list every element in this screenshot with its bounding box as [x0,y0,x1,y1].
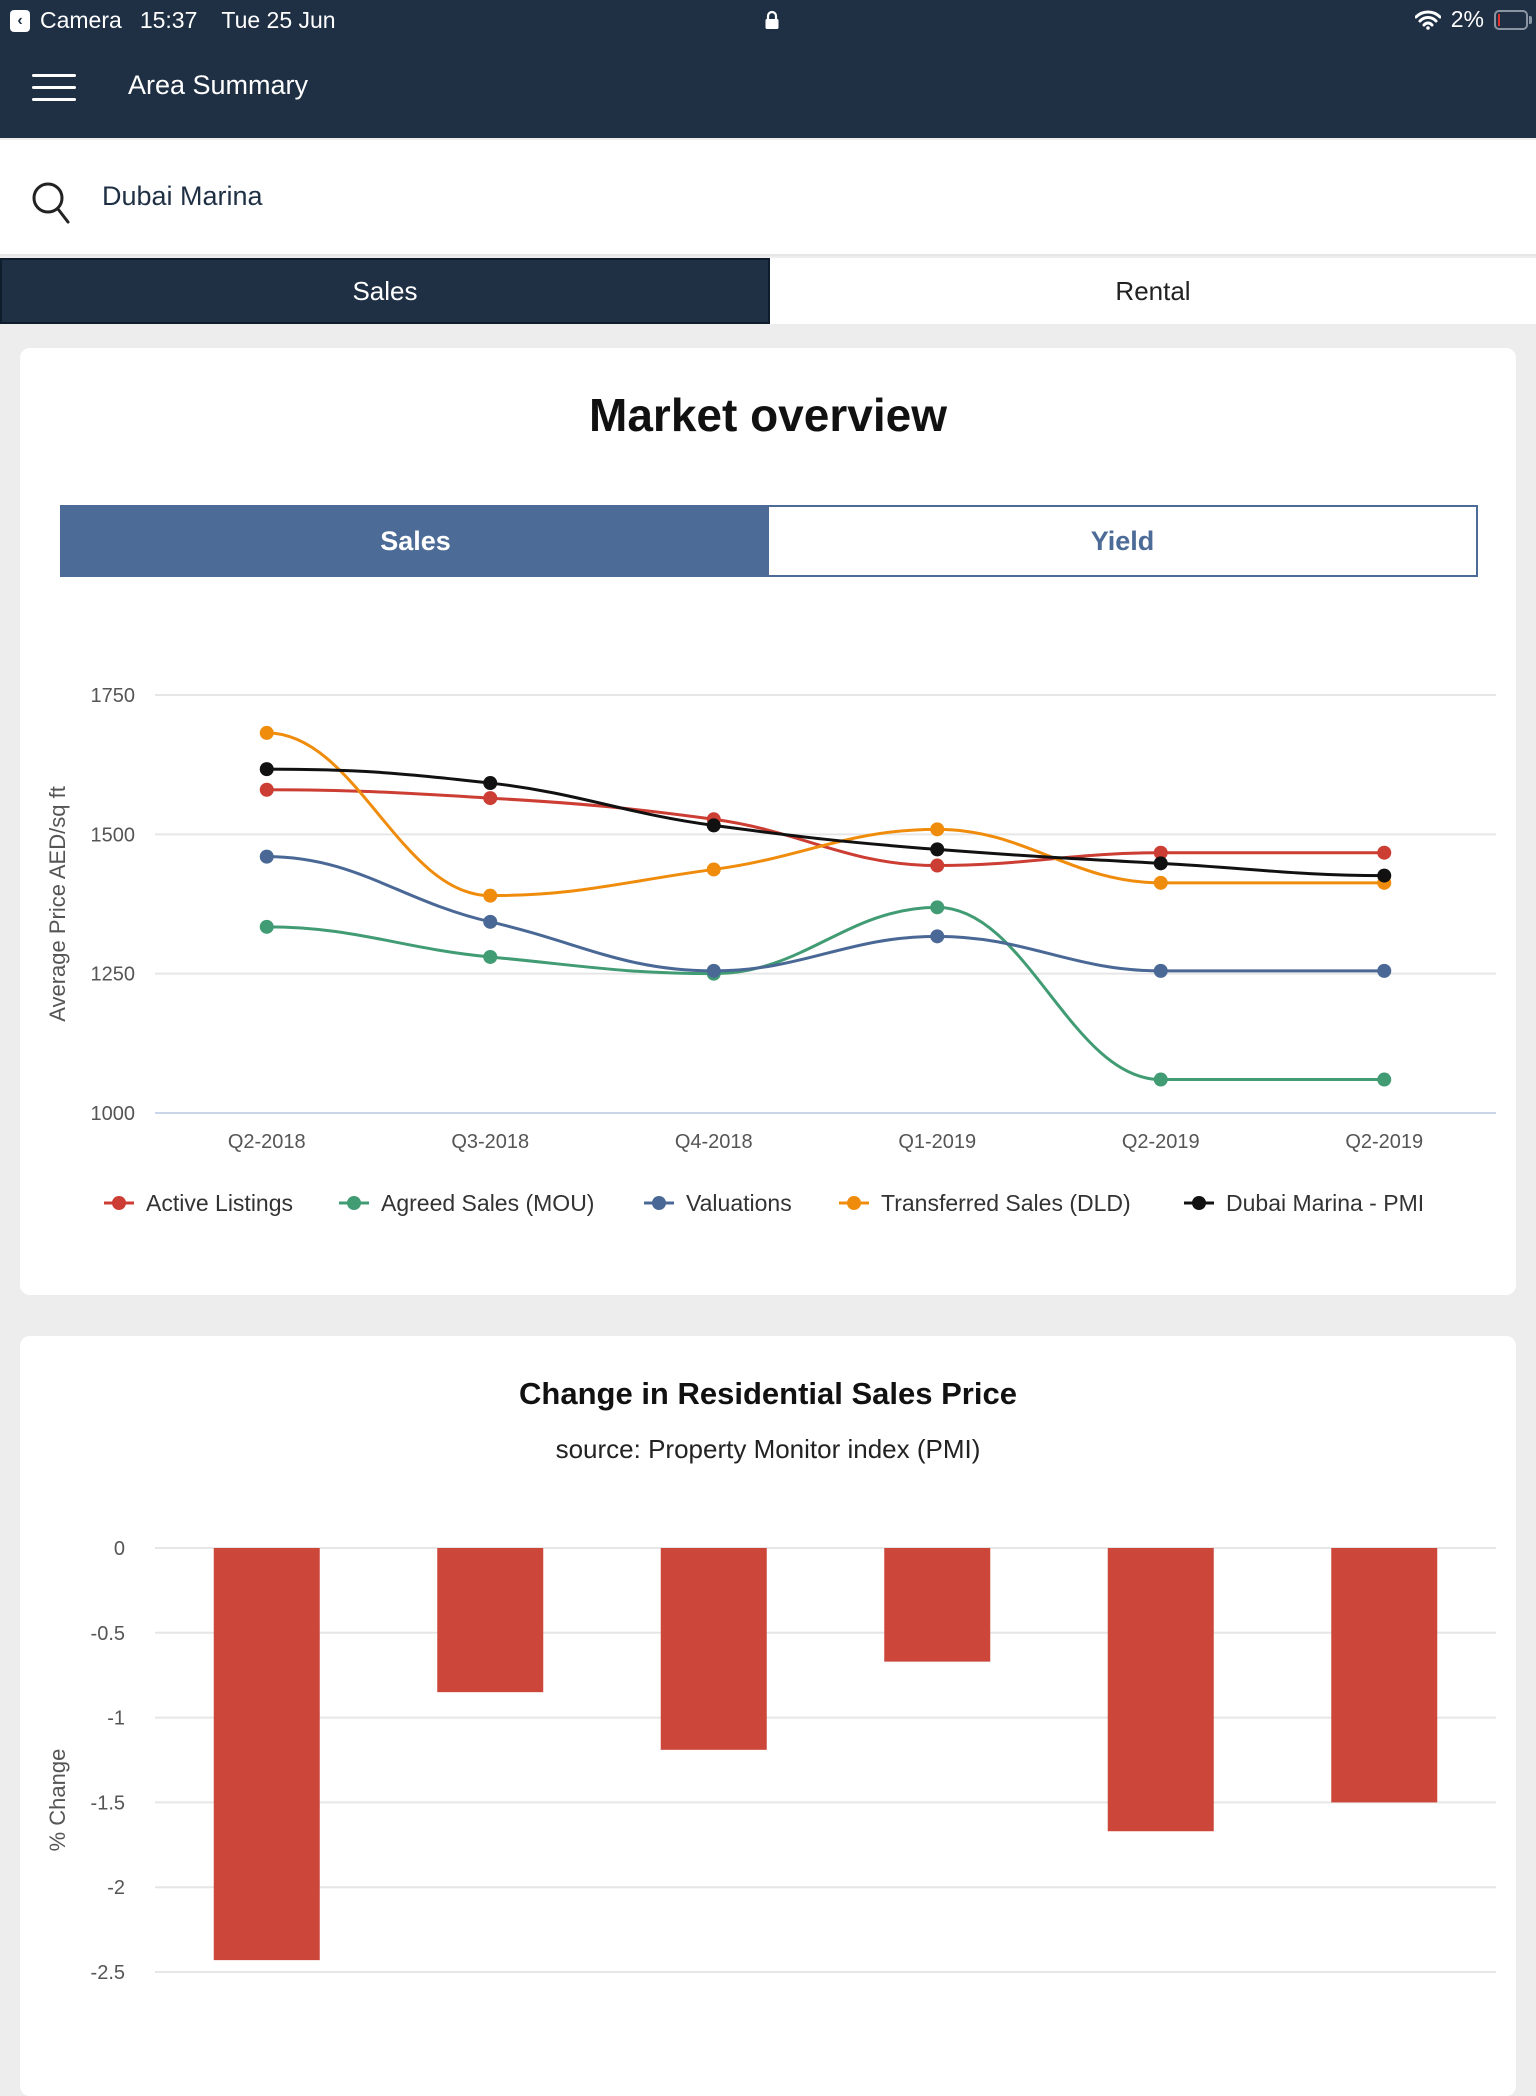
back-chevron-icon[interactable]: ‹ [10,9,30,32]
y-tick-label: 1000 [91,1103,136,1125]
bar [1107,1548,1214,1832]
series-line-agreed-sales-mou [266,905,1385,1082]
x-tick-label: Q1-2019 [898,1131,976,1153]
data-point-agreed-sales-mou [483,949,498,964]
bar [213,1548,320,1961]
price-change-card: Change in Residential Sales Price source… [20,1336,1516,2096]
market-overview-card: Market overview Sales Yield 1750 1500 1250… [20,348,1516,1295]
status-bar: ‹ Camera 15:37 Tue 25 Jun 2% [0,0,1536,40]
series-line-dubai-marina-pmi [266,767,1385,878]
data-point-agreed-sales-mou [1153,1072,1168,1087]
app-title: Area Summary [128,70,309,100]
legend-item-transferred-sales-dld[interactable]: Transferred Sales (DLD) [839,1190,1131,1216]
data-point-agreed-sales-mou [930,900,945,915]
data-point-transferred-sales-dld [706,862,721,877]
search-bar [0,140,1536,256]
status-date: Tue 25 Jun [221,7,336,33]
y-tick-label: 0 [114,1538,125,1560]
data-point-active-listings [1377,845,1392,860]
data-point-transferred-sales-dld [483,888,498,903]
status-time: 15:37 [139,7,198,33]
data-point-active-listings [483,791,498,806]
legend-marker [112,1196,126,1210]
series-line-active-listings [266,788,1385,868]
data-point-dubai-marina-pmi [483,776,498,791]
series-line-transferred-sales-dld [266,731,1385,898]
data-point-transferred-sales-dld [930,822,945,837]
data-point-dubai-marina-pmi [1377,868,1392,883]
data-point-transferred-sales-dld [1153,875,1168,890]
data-point-transferred-sales-dld [259,725,274,740]
data-point-valuations [1377,963,1392,978]
legend-label: Dubai Marina - PMI [1226,1190,1424,1216]
legend-marker [652,1196,666,1210]
data-point-dubai-marina-pmi [706,818,721,833]
wifi-icon [1414,10,1441,30]
legend-label: Agreed Sales (MOU) [381,1190,594,1216]
y-tick-label: 1500 [91,824,136,846]
bar-chart: 0 -0.5 -1 -1.5 -2 -2.5 % Change [45,1538,1496,1984]
hamburger-menu-icon[interactable] [32,74,76,104]
back-app-label[interactable]: Camera [40,7,122,34]
data-point-valuations [930,929,945,944]
main-tabs: Sales Rental [0,258,1536,324]
legend-item-active-listings[interactable]: Active Listings [104,1190,293,1216]
data-point-active-listings [259,782,274,797]
x-tick-label: Q2-2019 [1122,1131,1200,1153]
data-point-valuations [259,849,274,864]
search-icon[interactable] [30,180,72,226]
data-point-agreed-sales-mou [1377,1072,1392,1087]
data-point-valuations [1153,963,1168,978]
y-tick-label: -1 [107,1708,125,1730]
bar [884,1548,991,1662]
y-tick-label: 1250 [91,964,136,986]
legend-label: Active Listings [146,1190,293,1216]
legend-label: Transferred Sales (DLD) [881,1190,1131,1216]
y-tick-label: 1750 [91,685,136,707]
x-tick-label: Q2-2018 [228,1131,306,1153]
data-point-dubai-marina-pmi [259,762,274,777]
y-axis-label: % Change [45,1749,70,1852]
bar [437,1548,544,1693]
bar [660,1548,767,1750]
search-input[interactable] [100,170,1504,222]
bar [1331,1548,1438,1803]
legend-marker [347,1196,361,1210]
data-point-agreed-sales-mou [259,919,274,934]
y-tick-label: -1.5 [91,1792,125,1814]
legend-marker [847,1196,861,1210]
data-point-valuations [706,963,721,978]
data-point-dubai-marina-pmi [1153,856,1168,871]
data-point-valuations [483,914,498,929]
y-tick-label: -2 [107,1877,125,1899]
legend-marker [1192,1196,1206,1210]
line-chart: 1750 1500 1250 1000 Average Price AED/sq ft Q… [45,685,1496,1216]
data-point-dubai-marina-pmi [930,842,945,857]
x-tick-label: Q3-2018 [451,1131,529,1153]
legend-item-agreed-sales-mou[interactable]: Agreed Sales (MOU) [339,1190,594,1216]
data-point-active-listings [930,858,945,873]
battery-percent: 2% [1450,6,1484,32]
x-tick-label: Q4-2018 [675,1131,753,1153]
app-bar: Area Summary [0,40,1536,138]
x-tick-label: Q2-2019 [1345,1131,1423,1153]
lock-icon [765,10,779,29]
y-axis-label: Average Price AED/sq ft [45,786,70,1022]
legend-label: Valuations [686,1190,792,1216]
tab-rental[interactable]: Rental [770,258,1536,324]
tab-sales[interactable]: Sales [0,258,770,324]
legend-item-dubai-marina-pmi[interactable]: Dubai Marina - PMI [1184,1190,1424,1216]
y-tick-label: -0.5 [91,1623,125,1645]
battery-icon [1494,9,1532,30]
legend-item-valuations[interactable]: Valuations [644,1190,792,1216]
y-tick-label: -2.5 [91,1962,125,1984]
